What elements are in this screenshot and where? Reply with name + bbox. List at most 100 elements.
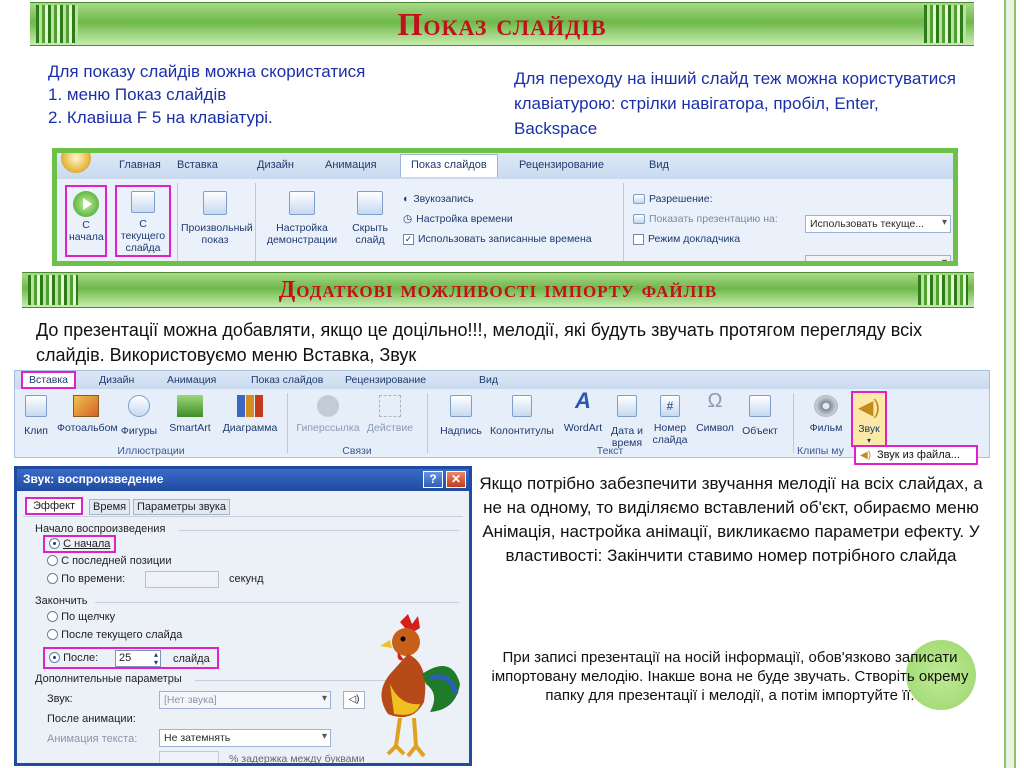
tab-animation[interactable]: Анимация: [167, 374, 216, 386]
shapes-icon: [128, 395, 150, 417]
radio-after-current-slide[interactable]: После текущего слайда: [47, 629, 182, 641]
from-current-slide-button[interactable]: С текущего слайда: [115, 185, 171, 257]
hide-slide-icon: [357, 191, 383, 215]
hyperlink-icon: [317, 395, 339, 417]
setup-show-button[interactable]: Настройка демонстрации: [261, 185, 343, 246]
resolution-dropdown[interactable]: Использовать текуще...: [805, 215, 951, 233]
microphone-icon: ◐: [403, 193, 410, 205]
radio-selected-icon: [49, 652, 60, 663]
tab-insert[interactable]: Вставка: [177, 159, 218, 171]
sound-button[interactable]: ◀) Звук ▾: [851, 391, 887, 447]
ribbon-tabs: Главная Вставка Дизайн Анимация Показ сл…: [57, 153, 953, 179]
checkbox-icon: [633, 233, 644, 245]
stop-group-label: Закончить: [35, 595, 88, 607]
hyperlink-button: Гиперссылка: [295, 395, 361, 434]
chart-button[interactable]: Диаграмма: [219, 395, 281, 434]
title-banner: Показ слайдів: [30, 2, 974, 46]
spinner-icon: ▴ ▾: [153, 650, 158, 667]
chart-icon: [237, 395, 263, 417]
movie-button[interactable]: Фильм: [805, 395, 847, 434]
sound-label: Звук:: [47, 693, 73, 705]
delay-spinner: [159, 751, 219, 763]
textbox-button[interactable]: Надпись: [435, 395, 487, 437]
hash-icon: #: [660, 395, 680, 417]
tab-slideshow[interactable]: Показ слайдов: [251, 374, 323, 386]
save-melody-note: При записі презентації на носій інформац…: [491, 649, 969, 704]
clock-icon: ◷: [403, 213, 413, 225]
tab-timing[interactable]: Время: [89, 499, 131, 515]
insert-ribbon: Вставка Дизайн Анимация Показ слайдов Ре…: [14, 370, 990, 458]
action-button: Действие: [363, 395, 417, 434]
show-on-dropdown[interactable]: [805, 255, 951, 261]
omega-icon: Ω: [707, 390, 723, 412]
from-start-button[interactable]: С начала: [65, 185, 107, 257]
slides-count-input[interactable]: 25 ▴ ▾: [115, 650, 161, 667]
tab-design[interactable]: Дизайн: [99, 374, 134, 386]
radio-from-last-position[interactable]: С последней позиции: [47, 555, 171, 567]
office-button[interactable]: [61, 153, 91, 173]
photo-album-icon: [73, 395, 99, 417]
monitor-icon: [633, 194, 645, 204]
radio-icon: [47, 555, 58, 566]
clipart-icon: [25, 395, 47, 417]
tab-insert[interactable]: Вставка: [21, 371, 77, 389]
tab-view[interactable]: Вид: [649, 159, 669, 171]
close-button[interactable]: ✕: [446, 471, 466, 488]
page-edge-decoration: [1004, 0, 1016, 768]
setup-icon: [289, 191, 315, 215]
slides-label: слайда: [173, 653, 210, 665]
header-footer-icon: [512, 395, 532, 417]
object-button[interactable]: Объект: [737, 395, 783, 437]
shapes-button[interactable]: Фигуры: [117, 395, 161, 437]
after-animation-select[interactable]: Не затемнять: [159, 729, 331, 747]
tab-review[interactable]: Рецензирование: [519, 159, 604, 171]
photo-album-button[interactable]: Фотоальбом: [57, 395, 118, 434]
smartart-icon: [177, 395, 203, 417]
tab-animation[interactable]: Анимация: [325, 159, 377, 171]
help-button[interactable]: ?: [423, 471, 443, 488]
use-timings-checkbox[interactable]: ✓ Использовать записанные времена: [403, 229, 592, 249]
radio-selected-icon: [49, 538, 60, 549]
custom-show-button[interactable]: Произвольный показ: [181, 185, 253, 246]
tab-home[interactable]: Главная: [119, 159, 161, 171]
seconds-label: секунд: [229, 573, 264, 585]
textbox-icon: [450, 395, 472, 417]
monitor-icon: [633, 214, 645, 224]
wordart-button[interactable]: A WordArt: [561, 390, 605, 435]
tab-slideshow[interactable]: Показ слайдов: [400, 154, 498, 177]
radio-on-click[interactable]: По щелчку: [47, 611, 115, 623]
tab-review[interactable]: Рецензирование: [345, 374, 426, 386]
dialog-title: Звук: воспроизведение: [23, 472, 164, 486]
intro-item-f5: 2. Клавіша F 5 на клавіатурі.: [48, 108, 273, 127]
tab-design[interactable]: Дизайн: [257, 159, 294, 171]
presenter-view-checkbox[interactable]: Режим докладчика: [633, 229, 778, 249]
projector-play-icon: [73, 191, 99, 217]
hide-slide-button[interactable]: Скрыть слайд: [347, 185, 393, 246]
sound-from-file-menu-item[interactable]: ◀) Звук из файла...: [854, 445, 978, 465]
radio-by-time[interactable]: По времени:: [47, 573, 125, 585]
slide-number-button[interactable]: # Номер слайда: [647, 395, 693, 446]
smartart-button[interactable]: SmartArt: [165, 395, 215, 434]
film-reel-icon: [814, 395, 838, 417]
group-text: Текст: [596, 445, 624, 457]
group-media: Клипы му: [797, 445, 844, 457]
date-time-button[interactable]: Дата и время: [609, 395, 645, 449]
speaker-icon: ◀): [860, 449, 872, 461]
intro-lead: Для показу слайдів можна скористатися: [48, 62, 366, 81]
radio-from-start[interactable]: С начала: [43, 535, 117, 553]
record-narration-button[interactable]: ◐ Звукозапись: [403, 189, 592, 209]
symbol-button[interactable]: Ω Символ: [695, 390, 735, 434]
tab-sound-settings[interactable]: Параметры звука: [133, 499, 231, 515]
sound-select: [Нет звука]: [159, 691, 331, 709]
tab-view[interactable]: Вид: [479, 374, 498, 386]
tab-effect[interactable]: Эффект: [25, 497, 84, 515]
rehearse-timings-button[interactable]: ◷ Настройка времени: [403, 209, 592, 229]
show-on-label: Показать презентацию на:: [633, 209, 778, 229]
checkbox-checked-icon: ✓: [403, 233, 414, 245]
animate-text-label: Анимация текста:: [47, 733, 138, 745]
time-spinner: [145, 571, 219, 588]
header-footer-button[interactable]: Колонтитулы: [489, 395, 555, 437]
section-banner: Додаткові можливості імпорту файлів: [22, 272, 974, 308]
extra-group-label: Дополнительные параметры: [35, 673, 182, 685]
clip-button[interactable]: Клип: [19, 395, 53, 437]
